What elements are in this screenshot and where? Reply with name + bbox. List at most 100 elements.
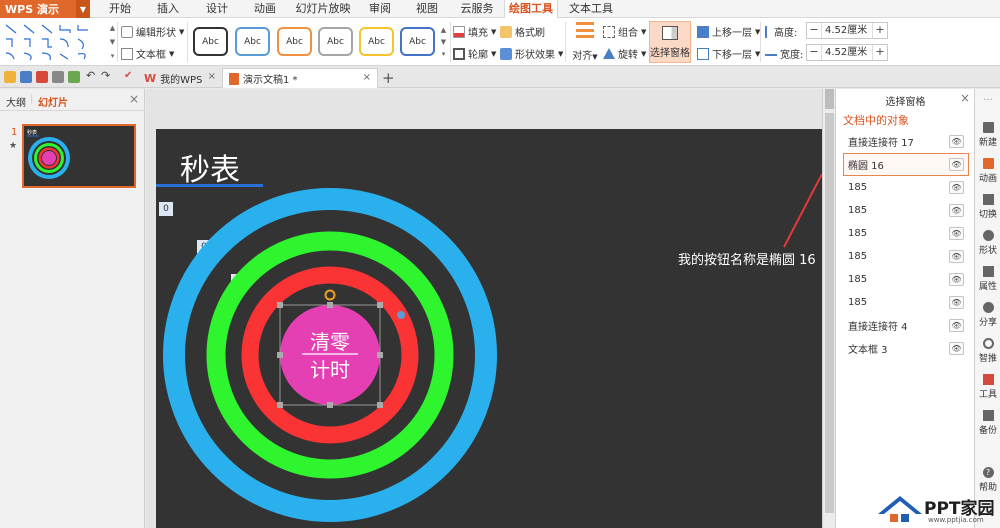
- menu-slideshow[interactable]: 幻灯片放映: [293, 0, 353, 18]
- visibility-eye-icon[interactable]: 👁: [949, 135, 964, 148]
- format-brush-button[interactable]: 格式刷: [500, 24, 545, 39]
- list-item[interactable]: 直接连接符 4 👁: [843, 314, 969, 337]
- slides-panel: 大纲 | 幻灯片 × 1 ★ 秒表: [0, 89, 145, 528]
- visibility-eye-icon[interactable]: 👁: [949, 296, 964, 309]
- list-item[interactable]: 直接连接符 17 👁: [843, 130, 969, 153]
- sidebar-item-recommend[interactable]: 智推: [975, 333, 1000, 369]
- bring-forward-button[interactable]: 上移一层 ▼: [697, 24, 760, 39]
- new-tab-plus-icon[interactable]: +: [382, 69, 395, 87]
- list-item[interactable]: 185 👁: [843, 245, 969, 268]
- export-pdf-icon[interactable]: [36, 71, 48, 83]
- width-input[interactable]: − 4.52厘米 +: [806, 44, 888, 61]
- height-decrease-button[interactable]: −: [807, 23, 821, 38]
- menu-view[interactable]: 视图: [412, 0, 442, 18]
- height-increase-button[interactable]: +: [873, 23, 887, 38]
- send-backward-button[interactable]: 下移一层 ▼: [697, 46, 760, 61]
- width-value[interactable]: 4.52厘米: [821, 45, 873, 60]
- selection-pane-button[interactable]: 选择窗格: [649, 21, 691, 63]
- slide-thumbnail[interactable]: 秒表: [22, 124, 136, 188]
- list-item[interactable]: 185 👁: [843, 176, 969, 199]
- visibility-eye-icon[interactable]: 👁: [949, 158, 964, 171]
- fill-button[interactable]: 填充 ▼: [453, 24, 496, 39]
- menu-home[interactable]: 开始: [105, 0, 135, 18]
- shape-style-5[interactable]: Abc: [359, 27, 394, 56]
- shape-style-2[interactable]: Abc: [235, 27, 270, 56]
- redo-icon[interactable]: ↷: [101, 69, 110, 82]
- visibility-eye-icon[interactable]: 👁: [949, 342, 964, 355]
- slide[interactable]: 秒表 0 0 0 清零 计时 我的按钮名称是椭圆 16: [156, 129, 822, 528]
- tab-outline[interactable]: 大纲: [6, 94, 26, 109]
- close-panel-icon[interactable]: ×: [129, 92, 139, 106]
- undo-icon[interactable]: ↶: [86, 69, 95, 82]
- sidebar-item-animation[interactable]: 动画: [975, 153, 1000, 189]
- list-item[interactable]: 185 👁: [843, 291, 969, 314]
- shape-effects-button[interactable]: 形状效果 ▼: [500, 46, 563, 61]
- open-icon[interactable]: [4, 71, 16, 83]
- textbox-button[interactable]: 文本框 ▼: [121, 46, 174, 61]
- vertical-scrollbar[interactable]: [822, 89, 835, 528]
- visibility-eye-icon[interactable]: 👁: [949, 250, 964, 263]
- reset-timer-button[interactable]: [280, 305, 380, 405]
- close-tab-icon[interactable]: ×: [208, 71, 216, 82]
- width-decrease-button[interactable]: −: [807, 45, 821, 60]
- menu-cloud[interactable]: 云服务: [457, 0, 497, 18]
- tab-my-wps[interactable]: W 我的WPS ×: [138, 68, 222, 88]
- print-icon[interactable]: [52, 71, 64, 83]
- shape-style-3[interactable]: Abc: [277, 27, 312, 56]
- close-tab-icon[interactable]: ×: [363, 72, 371, 83]
- sidebar-item-shape[interactable]: 形状: [975, 225, 1000, 261]
- pin-icon[interactable]: ✔: [124, 70, 132, 81]
- edit-shape-button[interactable]: 编辑形状 ▼: [121, 24, 184, 39]
- sidebar-item-new[interactable]: 新建: [975, 117, 1000, 153]
- shape-style-6[interactable]: Abc: [400, 27, 435, 56]
- sidebar-item-properties[interactable]: 属性: [975, 261, 1000, 297]
- help-icon: ?: [982, 467, 994, 478]
- tab-slides[interactable]: 幻灯片: [38, 94, 68, 109]
- sidebar-item-transition[interactable]: 切换: [975, 189, 1000, 225]
- rotate-button[interactable]: 旋转 ▼: [603, 46, 646, 61]
- menu-insert[interactable]: 插入: [153, 0, 183, 18]
- save-icon[interactable]: [20, 71, 32, 83]
- menu-review[interactable]: 审阅: [365, 0, 395, 18]
- visibility-eye-icon[interactable]: 👁: [949, 227, 964, 240]
- group-button[interactable]: 组合 ▼: [603, 24, 646, 39]
- menu-text-tools[interactable]: 文本工具: [566, 0, 616, 18]
- scroll-thumb[interactable]: [825, 113, 834, 513]
- connector-gallery[interactable]: [4, 22, 104, 62]
- align-button[interactable]: 对齐▼: [570, 22, 600, 62]
- preview-icon[interactable]: [68, 71, 80, 83]
- selection-pane: 选择窗格 × 文档中的对象 直接连接符 17 👁 椭圆 16 👁 185 👁 1…: [835, 89, 974, 528]
- visibility-eye-icon[interactable]: 👁: [949, 319, 964, 332]
- visibility-eye-icon[interactable]: 👁: [949, 273, 964, 286]
- shape-style-4[interactable]: Abc: [318, 27, 353, 56]
- sidebar-more[interactable]: ...: [975, 89, 1000, 113]
- add-effect-icon[interactable]: [397, 311, 405, 319]
- list-item[interactable]: 185 👁: [843, 199, 969, 222]
- height-input[interactable]: − 4.52厘米 +: [806, 22, 888, 39]
- menu-design[interactable]: 设计: [202, 0, 232, 18]
- scroll-up[interactable]: [825, 89, 834, 109]
- app-menu-button[interactable]: WPS 演示 ▼: [0, 0, 90, 18]
- list-item[interactable]: 文本框 3 👁: [843, 337, 969, 360]
- gallery-scroll[interactable]: ▲ ▼ ▾: [109, 24, 116, 60]
- height-value[interactable]: 4.52厘米: [821, 23, 873, 38]
- chevron-down-icon[interactable]: ▼: [76, 0, 90, 18]
- visibility-eye-icon[interactable]: 👁: [949, 181, 964, 194]
- sidebar-item-backup[interactable]: 备份: [975, 405, 1000, 441]
- objects-list: 直接连接符 17 👁 椭圆 16 👁 185 👁 185 👁 185 👁 185…: [843, 130, 969, 360]
- close-pane-icon[interactable]: ×: [960, 91, 970, 105]
- style-gallery-scroll[interactable]: ▲ ▼ ▾: [440, 26, 447, 58]
- list-item[interactable]: 185 👁: [843, 268, 969, 291]
- menu-animation[interactable]: 动画: [250, 0, 280, 18]
- outline-button[interactable]: 轮廓 ▼: [453, 46, 496, 61]
- sidebar-item-share[interactable]: 分享: [975, 297, 1000, 333]
- rotate-handle-icon[interactable]: [324, 289, 336, 301]
- sidebar-item-tools[interactable]: 工具: [975, 369, 1000, 405]
- list-item-selected[interactable]: 椭圆 16 👁: [843, 153, 969, 176]
- menu-drawing-tools[interactable]: 绘图工具: [504, 0, 558, 19]
- visibility-eye-icon[interactable]: 👁: [949, 204, 964, 217]
- shape-style-1[interactable]: Abc: [193, 27, 228, 56]
- width-increase-button[interactable]: +: [873, 45, 887, 60]
- tab-document[interactable]: 演示文稿1 * ×: [222, 68, 378, 88]
- list-item[interactable]: 185 👁: [843, 222, 969, 245]
